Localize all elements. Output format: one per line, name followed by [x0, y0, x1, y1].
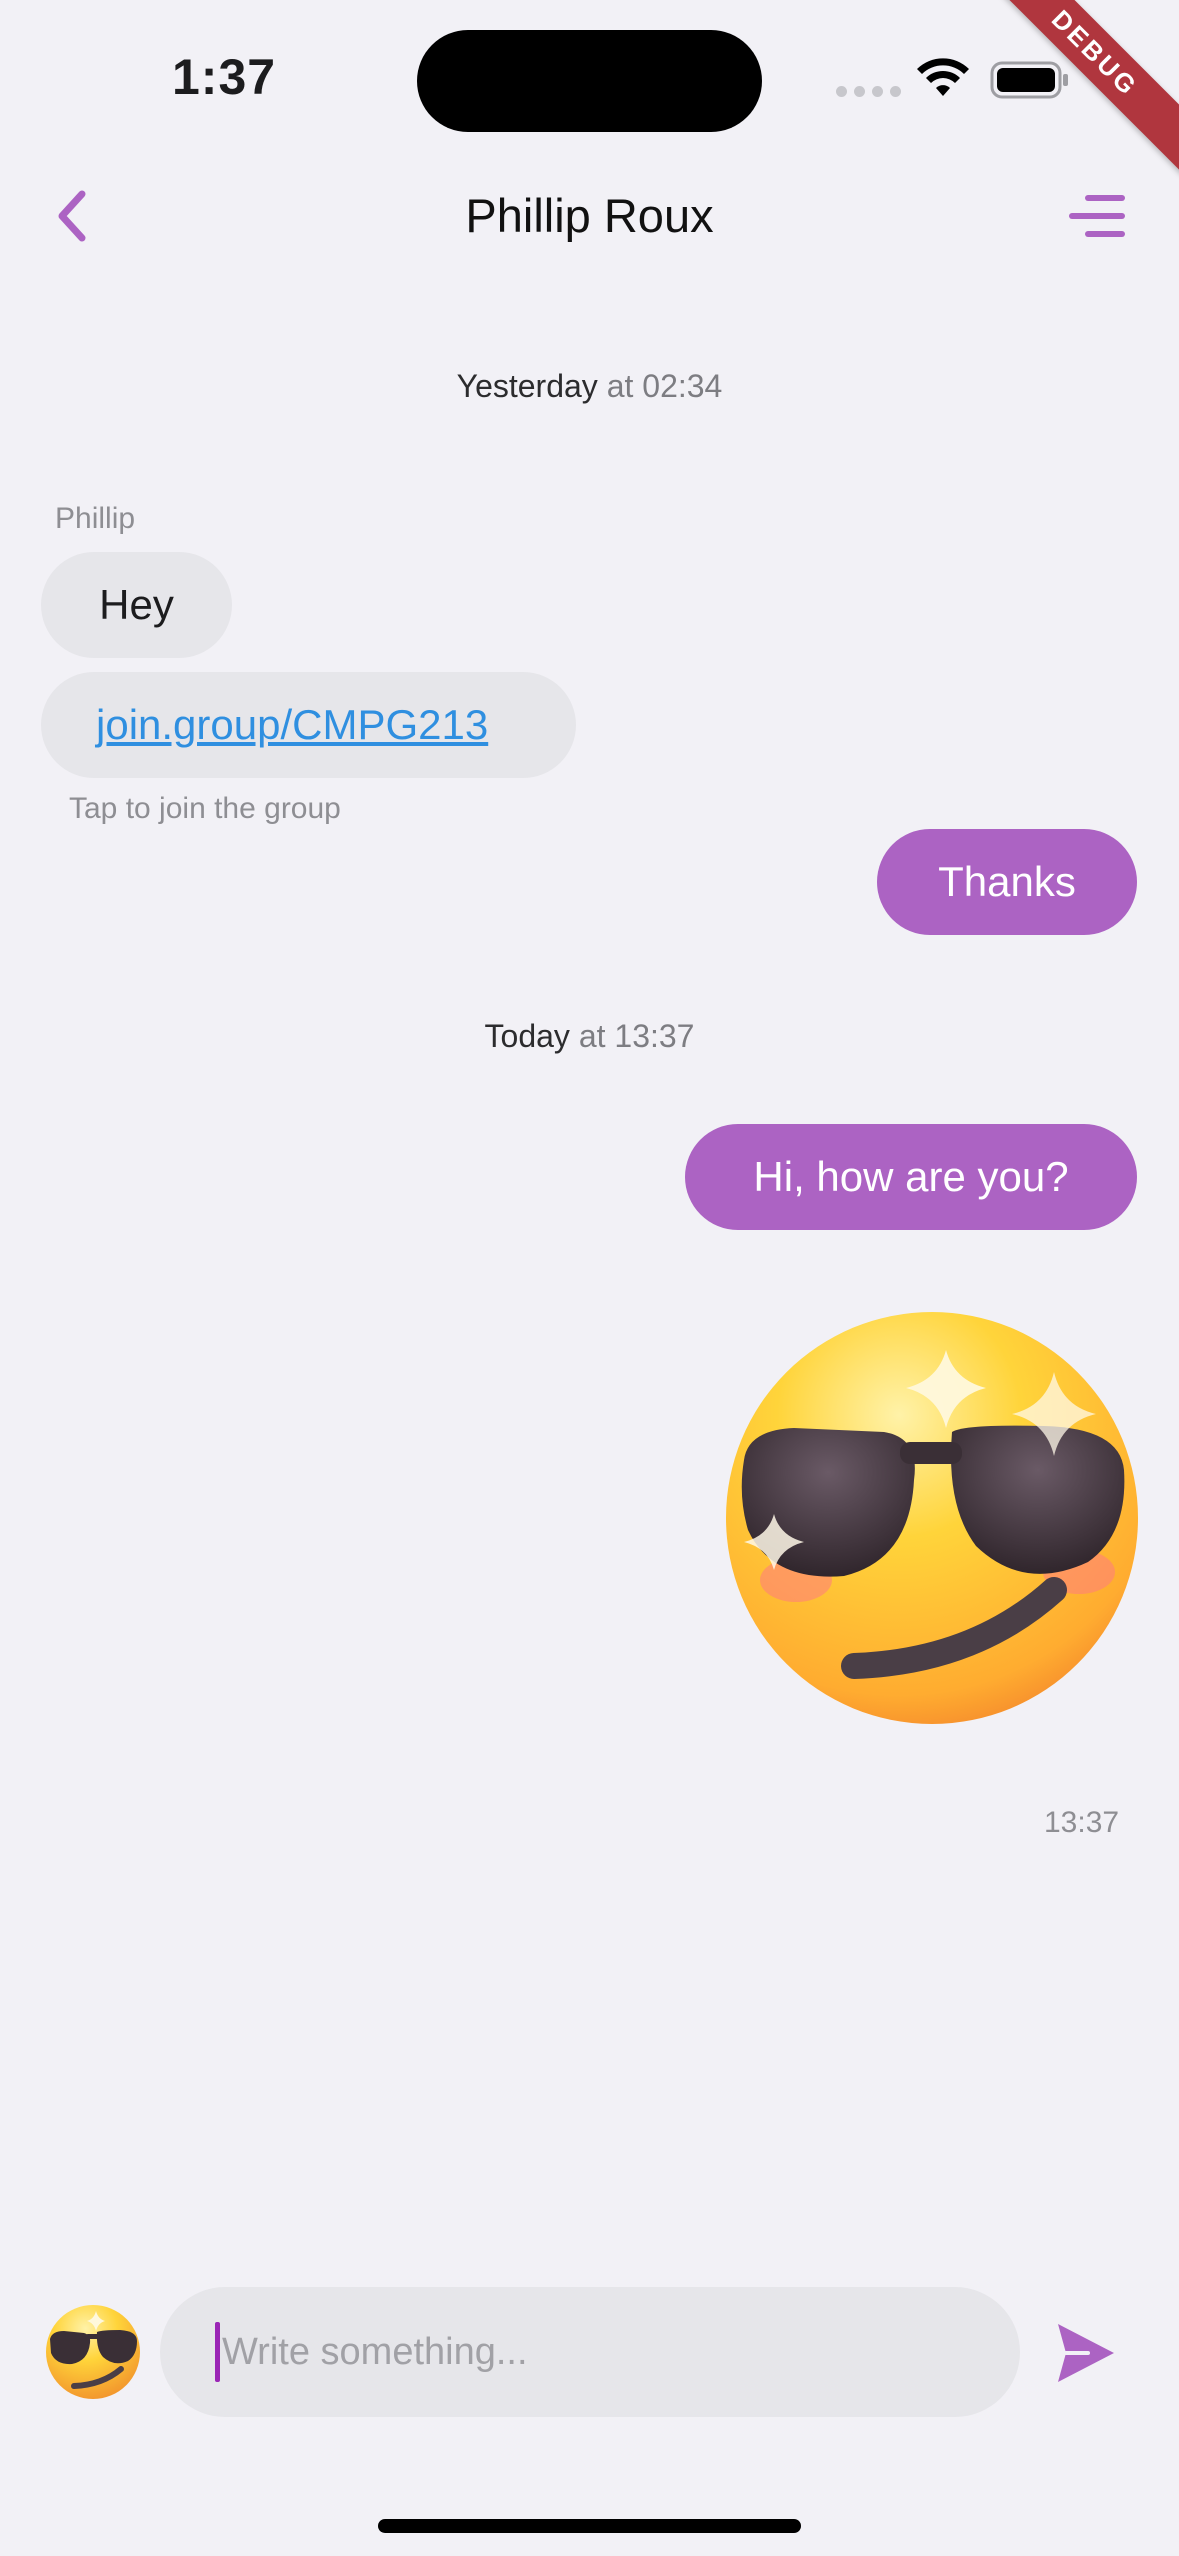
separator-time: at 13:37 — [578, 1018, 695, 1054]
sunglasses-sticker-icon[interactable] — [724, 1310, 1140, 1726]
separator-time: at 02:34 — [606, 368, 723, 404]
message-timestamp: 13:37 — [1044, 1806, 1120, 1839]
cellular-signal-icon — [836, 86, 901, 97]
menu-icon[interactable] — [1066, 192, 1126, 240]
text-caret — [215, 2322, 220, 2382]
message-input[interactable]: Write something... — [160, 2287, 1020, 2417]
home-indicator — [378, 2519, 801, 2533]
date-separator: Yesterday at 02:34 — [0, 368, 1179, 405]
message-bubble-incoming[interactable]: Hey — [41, 552, 232, 658]
separator-day: Today — [484, 1018, 570, 1054]
sender-name: Phillip — [55, 502, 136, 535]
wifi-icon — [917, 58, 969, 96]
battery-icon — [990, 61, 1068, 99]
status-time: 1:37 — [172, 49, 277, 105]
message-input-placeholder: Write something... — [222, 2330, 528, 2373]
date-separator: Today at 13:37 — [0, 1018, 1179, 1055]
dynamic-island — [417, 30, 762, 132]
chat-title: Phillip Roux — [465, 189, 714, 242]
message-bubble-outgoing[interactable]: Thanks — [877, 829, 1137, 935]
message-text: Thanks — [938, 858, 1076, 905]
message-bubble-incoming-link[interactable]: join.group/CMPG213 — [41, 672, 576, 778]
sunglasses-emoji-icon[interactable] — [44, 2303, 142, 2401]
separator-day: Yesterday — [456, 368, 598, 404]
message-text: Hey — [99, 581, 174, 628]
link-caption: Tap to join the group — [69, 792, 341, 825]
message-text: Hi, how are you? — [753, 1153, 1069, 1200]
group-link[interactable]: join.group/CMPG213 — [96, 701, 488, 749]
message-bubble-outgoing[interactable]: Hi, how are you? — [685, 1124, 1137, 1230]
send-icon[interactable] — [1054, 2320, 1116, 2386]
